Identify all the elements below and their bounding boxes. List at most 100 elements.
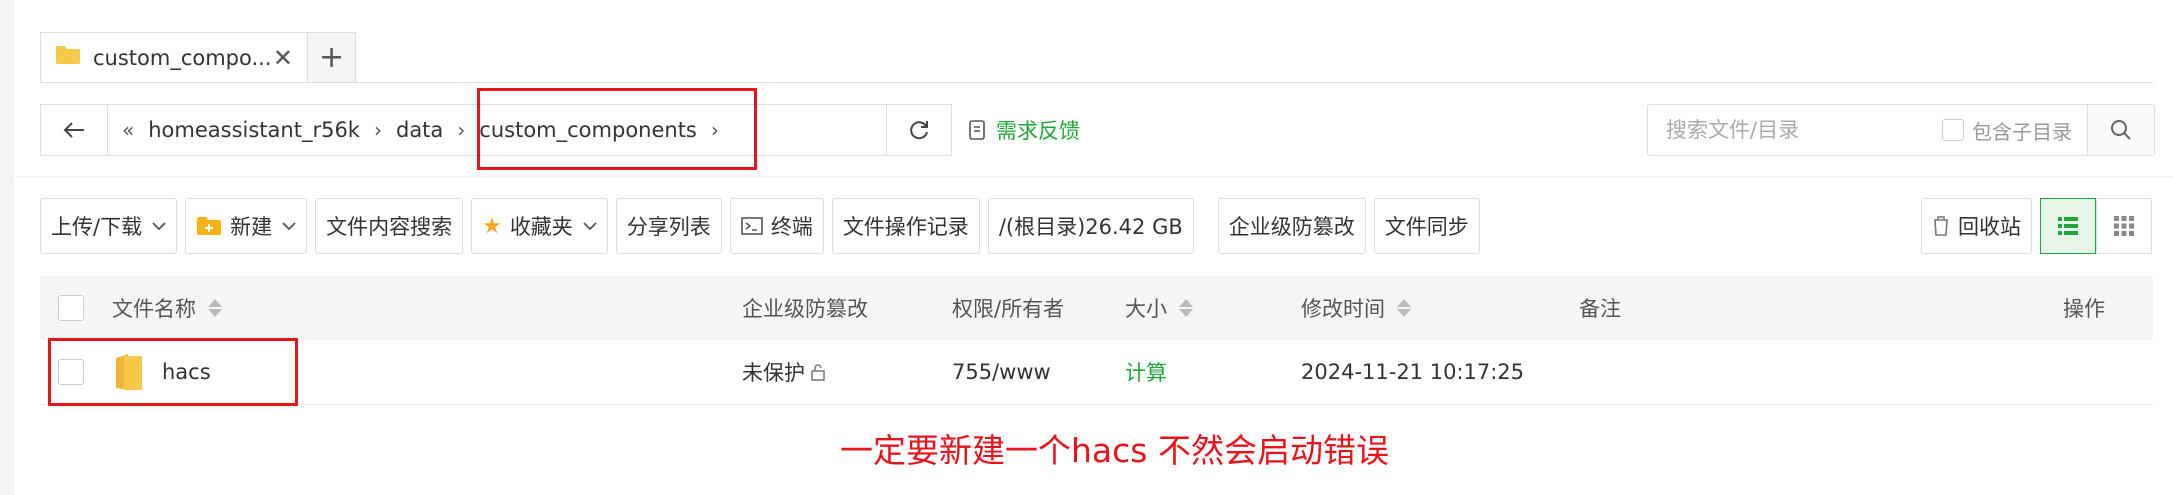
header-tamper: 企业级防篡改 xyxy=(742,276,868,340)
select-all-checkbox[interactable] xyxy=(58,276,84,340)
divider xyxy=(14,176,2173,177)
folder-icon xyxy=(55,45,81,70)
breadcrumb-item-homeassistant[interactable]: homeassistant_r56k xyxy=(148,118,360,142)
terminal-button[interactable]: 终端 xyxy=(729,198,824,254)
plus-icon: + xyxy=(318,40,345,75)
star-icon: ★ xyxy=(482,213,502,239)
row-modified: 2024-11-21 10:17:25 xyxy=(1301,340,1524,404)
grid-view-icon xyxy=(2114,216,2134,236)
sort-icon[interactable] xyxy=(208,299,222,317)
share-list-label: 分享列表 xyxy=(626,215,711,239)
tab-label: custom_compo... xyxy=(93,45,272,70)
file-sync-button[interactable]: 文件同步 xyxy=(1373,198,1480,254)
path-bar: « homeassistant_r56k › data › custom_com… xyxy=(40,104,952,156)
chevron-down-icon xyxy=(152,222,166,231)
favorites-button[interactable]: ★ 收藏夹 xyxy=(471,198,608,254)
share-list-button[interactable]: 分享列表 xyxy=(615,198,722,254)
back-arrow-icon xyxy=(63,122,84,138)
refresh-button[interactable] xyxy=(886,105,951,155)
folder-icon xyxy=(114,352,144,392)
header-modified-label: 修改时间 xyxy=(1301,297,1385,321)
list-view-button[interactable] xyxy=(2040,198,2096,254)
header-name-label: 文件名称 xyxy=(112,297,196,321)
row-tamper: 未保护 xyxy=(742,340,827,404)
checkbox[interactable] xyxy=(1942,119,1964,141)
breadcrumb: « homeassistant_r56k › data › custom_com… xyxy=(108,105,886,155)
header-action-label: 操作 xyxy=(2063,297,2105,321)
divider xyxy=(40,82,2153,83)
terminal-icon xyxy=(741,217,763,235)
header-action: 操作 xyxy=(2063,276,2105,340)
operation-log-button[interactable]: 文件操作记录 xyxy=(831,198,980,254)
disk-usage-button[interactable]: /(根目录)26.42 GB xyxy=(987,198,1194,254)
header-remark-label: 备注 xyxy=(1579,297,1621,321)
file-sync-label: 文件同步 xyxy=(1384,215,1469,239)
close-icon[interactable]: ✕ xyxy=(273,44,293,72)
breadcrumb-item-data[interactable]: data xyxy=(396,118,443,142)
table-header: 文件名称 企业级防篡改 权限/所有者 大小 修改时间 备注 操作 xyxy=(40,276,2153,340)
tamper-proof-label: 企业级防篡改 xyxy=(1228,215,1355,239)
include-subdir-checkbox[interactable]: 包含子目录 xyxy=(1942,116,2072,145)
row-name[interactable]: hacs xyxy=(114,340,211,404)
tab-bar: custom_compo... ✕ + xyxy=(40,30,356,82)
header-perm-label: 权限/所有者 xyxy=(952,297,1065,321)
search-button[interactable] xyxy=(2087,105,2154,155)
operation-log-label: 文件操作记录 xyxy=(842,215,969,239)
calculate-size-link[interactable]: 计算 xyxy=(1125,357,1167,387)
row-perm-owner[interactable]: 755/www xyxy=(952,340,1051,404)
new-button[interactable]: 新建 xyxy=(185,198,308,254)
file-name[interactable]: hacs xyxy=(162,360,211,384)
content-search-label: 文件内容搜索 xyxy=(326,215,453,239)
feedback-icon xyxy=(969,120,985,140)
trash-icon xyxy=(1932,215,1950,237)
tab-custom-components[interactable]: custom_compo... ✕ xyxy=(40,32,308,82)
recycle-bin-label: 回收站 xyxy=(1958,215,2021,239)
chevron-down-icon xyxy=(282,222,296,231)
upload-download-label: 上传/下载 xyxy=(51,215,143,239)
sort-icon[interactable] xyxy=(1397,299,1411,317)
header-modified[interactable]: 修改时间 xyxy=(1301,276,1411,340)
header-remark: 备注 xyxy=(1579,276,1621,340)
search-input[interactable] xyxy=(1664,117,1938,143)
annotation-note: 一定要新建一个hacs 不然会启动错误 xyxy=(840,431,1389,470)
view-switcher xyxy=(2040,198,2152,254)
include-subdir-label: 包含子目录 xyxy=(1972,119,2072,144)
double-chevron-left-icon[interactable]: « xyxy=(122,118,134,142)
header-perm-owner: 权限/所有者 xyxy=(952,276,1064,340)
content-search-button[interactable]: 文件内容搜索 xyxy=(315,198,464,254)
upload-download-button[interactable]: 上传/下载 xyxy=(40,198,178,254)
new-folder-icon xyxy=(196,216,222,236)
header-size[interactable]: 大小 xyxy=(1125,276,1193,340)
lock-icon[interactable] xyxy=(809,363,827,381)
sort-icon[interactable] xyxy=(1179,299,1193,317)
header-name[interactable]: 文件名称 xyxy=(112,276,222,340)
chevron-down-icon xyxy=(583,222,597,231)
recycle-bin-button[interactable]: 回收站 xyxy=(1921,198,2032,254)
back-button[interactable] xyxy=(41,105,108,155)
perm-owner-value[interactable]: 755/www xyxy=(952,360,1051,384)
chevron-right-icon: › xyxy=(373,118,382,142)
search-box: 包含子目录 xyxy=(1647,104,2155,156)
chevron-right-icon: › xyxy=(457,118,466,142)
row-checkbox[interactable] xyxy=(58,340,84,404)
tamper-proof-button[interactable]: 企业级防篡改 xyxy=(1217,198,1366,254)
table-row[interactable]: hacs 未保护 755/www 计算 2024-11-21 10:17:25 xyxy=(40,340,2153,405)
feedback-link[interactable]: 需求反馈 xyxy=(968,104,1080,156)
add-tab-button[interactable]: + xyxy=(308,32,356,82)
header-tamper-label: 企业级防篡改 xyxy=(742,297,868,321)
terminal-label: 终端 xyxy=(770,215,813,239)
search-icon xyxy=(2111,120,2131,140)
tamper-status: 未保护 xyxy=(742,361,805,385)
right-toolbar: 回收站 xyxy=(1921,198,2152,254)
list-view-icon xyxy=(2058,217,2078,235)
breadcrumb-item-custom-components[interactable]: custom_components xyxy=(479,118,697,142)
chevron-right-icon[interactable]: › xyxy=(711,118,719,142)
toolbar: 上传/下载 新建 文件内容搜索 ★ 收藏夹 分享列表 终端 文件操作记录 /(根… xyxy=(40,198,1480,254)
grid-view-button[interactable] xyxy=(2096,198,2152,254)
feedback-label: 需求反馈 xyxy=(996,119,1080,143)
refresh-icon xyxy=(910,121,928,140)
disk-usage-label: /(根目录)26.42 GB xyxy=(998,215,1183,239)
row-size[interactable]: 计算 xyxy=(1125,340,1167,404)
header-size-label: 大小 xyxy=(1125,297,1167,321)
